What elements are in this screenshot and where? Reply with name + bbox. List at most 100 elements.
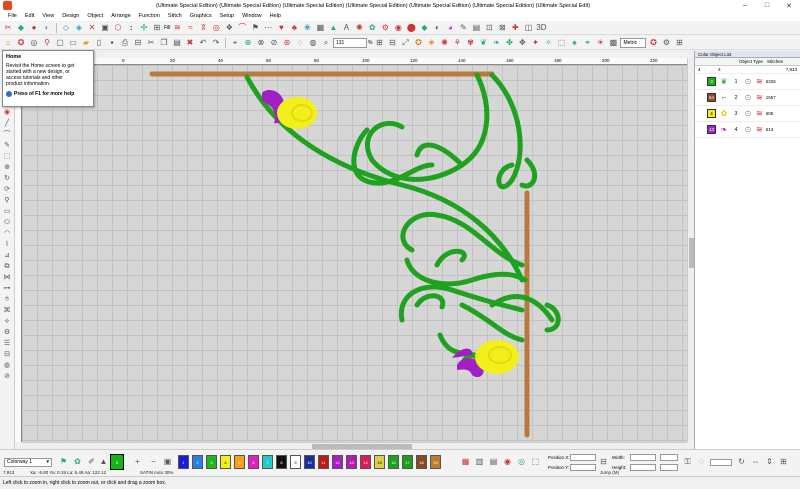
tool-icon[interactable]: ⚙: [379, 22, 391, 34]
menu-view[interactable]: View: [38, 11, 58, 21]
tool-icon[interactable]: ◐: [431, 22, 443, 34]
object-row[interactable]: 4 ✿ 3 ⊙ ≋ 605: [695, 106, 800, 122]
menu-function[interactable]: Function: [135, 11, 164, 21]
tool-icon[interactable]: ⚘: [451, 37, 463, 49]
tool-icon[interactable]: ⊘: [2, 372, 13, 381]
palette-chip[interactable]: 7: [262, 455, 273, 469]
tool-icon[interactable]: ⌒: [2, 130, 13, 139]
object-row[interactable]: 3 ❦ 1 ⊙ ≋ 5326: [695, 74, 800, 90]
tool-icon[interactable]: ✿: [72, 456, 83, 468]
tool-icon[interactable]: ⊛: [281, 37, 293, 49]
current-color-chip[interactable]: 1: [110, 454, 124, 470]
tool-icon[interactable]: ⊿: [2, 251, 13, 260]
tool-icon[interactable]: ⋈: [2, 273, 13, 282]
tool-icon[interactable]: ⇕: [764, 456, 775, 468]
save-icon[interactable]: ▪: [106, 37, 118, 49]
home-icon[interactable]: ⌂: [2, 37, 14, 49]
rotate-input[interactable]: [710, 459, 732, 466]
tool-icon[interactable]: ☰: [2, 339, 13, 348]
tool-icon[interactable]: ↕: [125, 22, 137, 34]
tool-icon[interactable]: ✺: [353, 22, 365, 34]
tool-icon[interactable]: ◇: [60, 22, 72, 34]
palette-chip[interactable]: 1: [178, 455, 189, 469]
tool-icon[interactable]: ♣: [288, 22, 300, 34]
object-row[interactable]: 13 ❧ 4 ⊙ ≋ 513: [695, 122, 800, 138]
tool-icon[interactable]: ◕: [444, 22, 456, 34]
tool-icon[interactable]: ✚: [509, 22, 521, 34]
colorway-select[interactable]: Colorway 1: [4, 458, 52, 467]
tool-icon[interactable]: ⟡: [2, 317, 13, 326]
tool-icon[interactable]: ⚑: [249, 22, 261, 34]
tool-icon[interactable]: ╱: [2, 119, 13, 128]
palette-chip[interactable]: 9: [290, 455, 301, 469]
tool-icon[interactable]: ♥: [275, 22, 287, 34]
tool-icon[interactable]: ◎: [516, 456, 527, 468]
column-stitches[interactable]: Stitches: [763, 58, 783, 65]
tool-icon[interactable]: ⚭: [581, 37, 593, 49]
menu-arrange[interactable]: Arrange: [107, 11, 135, 21]
tool-icon[interactable]: ⊘: [268, 37, 280, 49]
menu-graphics[interactable]: Graphics: [186, 11, 216, 21]
tool-icon[interactable]: ✺: [438, 37, 450, 49]
wizard-icon[interactable]: ✪: [15, 37, 27, 49]
tool-icon[interactable]: ◉: [392, 22, 404, 34]
palette-chip[interactable]: 19: [430, 455, 441, 469]
tool-icon[interactable]: ⬤: [405, 22, 417, 34]
tool-icon[interactable]: ❀: [301, 22, 313, 34]
tool-icon[interactable]: 3D: [535, 22, 547, 34]
undo-icon[interactable]: ↶: [197, 37, 209, 49]
palette-chip[interactable]: 14: [360, 455, 371, 469]
tool-icon[interactable]: ▤: [470, 22, 482, 34]
tool-icon[interactable]: ⋯: [262, 22, 274, 34]
menu-help[interactable]: Help: [266, 11, 285, 21]
tool-icon[interactable]: ⧉: [2, 262, 13, 271]
tool-icon[interactable]: ⊟: [598, 456, 609, 468]
tool-icon[interactable]: ♠: [568, 37, 580, 49]
tool-icon[interactable]: ⊶: [2, 284, 13, 293]
units-select[interactable]: Metric: [620, 37, 647, 48]
palette-chip[interactable]: 11: [318, 455, 329, 469]
tool-icon[interactable]: ▲: [98, 456, 109, 468]
palette-chip[interactable]: 10: [304, 455, 315, 469]
palette-chip[interactable]: 16: [388, 455, 399, 469]
tool-icon[interactable]: ⟳: [2, 185, 13, 194]
horizontal-scrollbar[interactable]: [22, 442, 687, 449]
tool-icon[interactable]: ✂: [2, 22, 14, 34]
cut-icon[interactable]: ✂: [145, 37, 157, 49]
tool-icon[interactable]: ⚑: [58, 456, 69, 468]
remove-color-icon[interactable]: −: [148, 456, 159, 468]
tool-icon[interactable]: ✪: [412, 37, 424, 49]
menu-setup[interactable]: Setup: [216, 11, 238, 21]
tool-icon[interactable]: ⬚: [530, 456, 541, 468]
tool-icon[interactable]: ✤: [503, 37, 515, 49]
tool-icon[interactable]: ⬚: [555, 37, 567, 49]
tool-icon[interactable]: ▦: [314, 22, 326, 34]
tool-icon[interactable]: ⚲: [41, 37, 53, 49]
width-input[interactable]: [630, 454, 656, 461]
column-object-type[interactable]: Object Type: [735, 58, 763, 65]
tool-icon[interactable]: ⌘: [2, 306, 13, 315]
position-x-input[interactable]: [570, 454, 596, 461]
palette-chip[interactable]: 2: [192, 455, 203, 469]
palette-chip[interactable]: 4: [220, 455, 231, 469]
tab-color-object-list[interactable]: Color Object List: [695, 51, 734, 57]
tool-icon[interactable]: ⊟: [2, 350, 13, 359]
tool-icon[interactable]: ◌: [696, 456, 707, 468]
tool-icon[interactable]: ✎: [2, 141, 13, 150]
tool-icon[interactable]: ⌒: [236, 22, 248, 34]
tool-icon[interactable]: ◫: [522, 22, 534, 34]
close-button[interactable]: ✕: [778, 0, 800, 11]
tool-icon[interactable]: ▲: [327, 22, 339, 34]
tool-icon[interactable]: ◐: [41, 22, 53, 34]
menu-design[interactable]: Design: [58, 11, 83, 21]
palette-chip[interactable]: 5: [234, 455, 245, 469]
tool-icon[interactable]: ▣: [162, 456, 173, 468]
minimize-button[interactable]: –: [734, 0, 756, 11]
tool-icon[interactable]: ▣: [99, 22, 111, 34]
tool-icon[interactable]: ✥: [516, 37, 528, 49]
tool-icon[interactable]: ⚙: [660, 37, 672, 49]
tool-icon[interactable]: ↻: [736, 456, 747, 468]
tool-icon[interactable]: ✬: [425, 37, 437, 49]
select-icon[interactable]: ⌖: [229, 37, 241, 49]
tool-icon[interactable]: ▭: [67, 37, 79, 49]
